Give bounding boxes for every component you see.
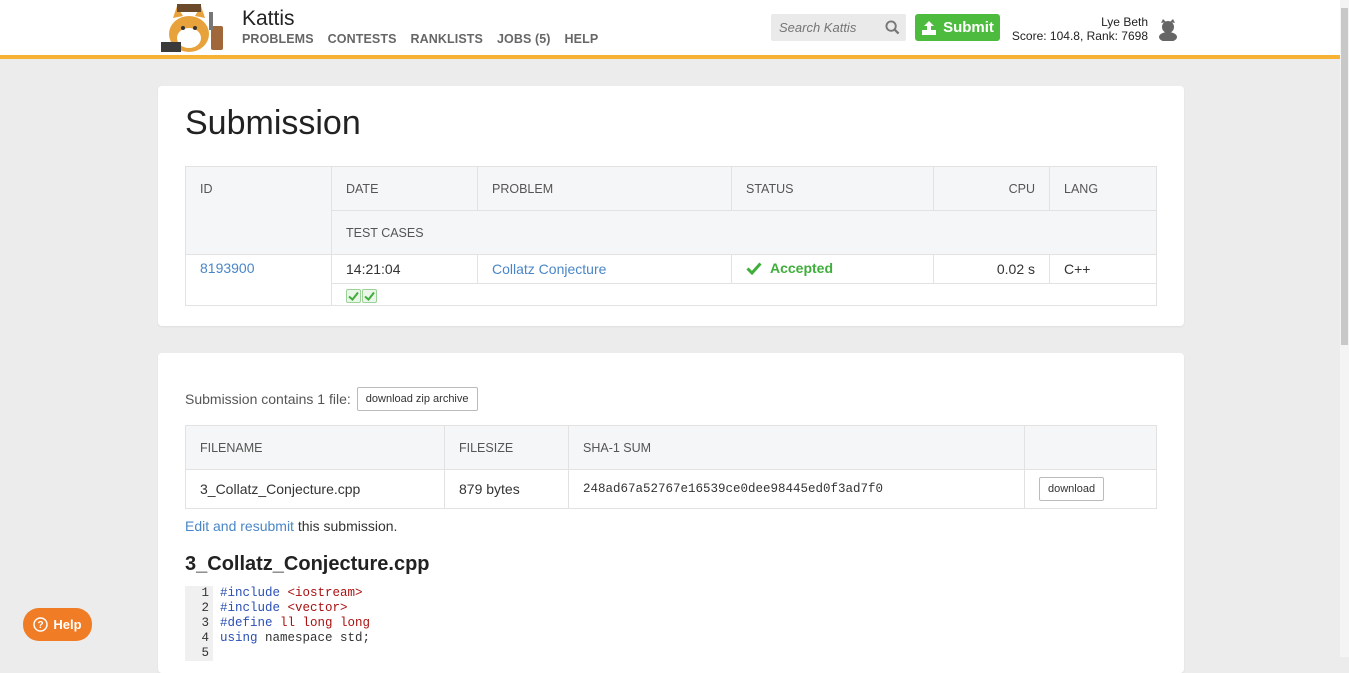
col-id: ID bbox=[185, 166, 332, 255]
user-name[interactable]: Lye Beth bbox=[1005, 15, 1148, 29]
code-string: <iostream> bbox=[280, 586, 363, 600]
cell-filesize: 879 bytes bbox=[444, 469, 569, 509]
edit-resubmit-link[interactable]: Edit and resubmit bbox=[185, 518, 294, 534]
code-text: #include <iostream> bbox=[213, 586, 363, 601]
files-panel: Submission contains 1 file: download zip… bbox=[158, 353, 1184, 673]
user-info: Lye Beth Score: 104.8, Rank: 7698 bbox=[1005, 15, 1148, 43]
svg-text:?: ? bbox=[38, 620, 44, 631]
line-number: 5 bbox=[185, 646, 213, 661]
table-row: 8193900 14:21:04 Collatz Conjecture Acce… bbox=[185, 254, 1157, 306]
submission-panel: Submission ID DATE PROBLEM STATUS CPU LA… bbox=[158, 86, 1184, 326]
code-text: #include <vector> bbox=[213, 601, 348, 616]
code-keyword: #include bbox=[220, 586, 281, 600]
help-label: Help bbox=[53, 617, 82, 632]
col-filesize: FILESIZE bbox=[444, 425, 569, 470]
files-table: FILENAME FILESIZE SHA-1 SUM 3_Collatz_Co… bbox=[185, 425, 1157, 509]
table-header-row-2: TEST CASES bbox=[186, 210, 1157, 255]
scrollbar-thumb[interactable] bbox=[1341, 8, 1348, 345]
page-title: Submission bbox=[185, 104, 361, 142]
kattis-logo[interactable] bbox=[159, 2, 231, 54]
table-header-row: FILENAME FILESIZE SHA-1 SUM bbox=[185, 425, 1157, 470]
submit-label: Submit bbox=[943, 19, 994, 36]
cell-problem: Collatz Conjecture bbox=[477, 254, 732, 284]
code-keyword: #define bbox=[220, 616, 273, 630]
code-keyword: #include bbox=[220, 601, 281, 615]
test-case-passed[interactable] bbox=[346, 288, 361, 303]
code-plain: namespace std; bbox=[257, 631, 371, 645]
cell-status: Accepted bbox=[731, 254, 934, 284]
cell-sha1: 248ad67a52767e16539ce0dee98445ed0f3ad7f0 bbox=[568, 469, 1025, 509]
table-row: 3_Collatz_Conjecture.cpp 879 bytes 248ad… bbox=[185, 469, 1157, 509]
file-title: 3_Collatz_Conjecture.cpp bbox=[185, 553, 430, 575]
help-button[interactable]: ? Help bbox=[23, 608, 92, 641]
download-file-button[interactable]: download bbox=[1039, 477, 1105, 501]
cell-download: download bbox=[1024, 469, 1157, 509]
code-text: #define ll long long bbox=[213, 616, 370, 631]
check-icon bbox=[348, 291, 359, 301]
user-stats: Score: 104.8, Rank: 7698 bbox=[1011, 29, 1148, 43]
code-line: 2 #include <vector> bbox=[185, 601, 1157, 616]
edit-suffix: this submission. bbox=[293, 518, 398, 534]
code-string: <vector> bbox=[280, 601, 348, 615]
code-line: 3 #define ll long long bbox=[185, 616, 1157, 631]
line-number: 2 bbox=[185, 601, 213, 616]
col-test-cases: TEST CASES bbox=[331, 210, 1157, 255]
status-badge: Accepted bbox=[746, 260, 833, 276]
col-cpu: CPU bbox=[933, 166, 1050, 211]
line-number: 3 bbox=[185, 616, 213, 631]
code-keyword: using bbox=[220, 631, 258, 645]
check-icon bbox=[364, 291, 375, 301]
code-string: ll long long bbox=[272, 616, 371, 630]
code-line: 4 using namespace std; bbox=[185, 631, 1157, 646]
cell-date: 14:21:04 bbox=[331, 254, 478, 284]
cell-lang: C++ bbox=[1049, 254, 1157, 284]
check-icon bbox=[746, 262, 762, 275]
user-avatar-icon[interactable] bbox=[1158, 19, 1178, 41]
test-case-passed[interactable] bbox=[362, 288, 377, 303]
page-scrollbar[interactable] bbox=[1340, 0, 1349, 657]
nav-contests[interactable]: CONTESTS bbox=[328, 32, 397, 46]
download-zip-button[interactable]: download zip archive bbox=[356, 387, 478, 411]
cell-cpu: 0.02 s bbox=[933, 254, 1050, 284]
table-header-row: ID DATE PROBLEM STATUS CPU LANG bbox=[185, 166, 1157, 255]
status-text: Accepted bbox=[770, 260, 834, 277]
col-date: DATE bbox=[331, 166, 478, 211]
submission-table: ID DATE PROBLEM STATUS CPU LANG TEST CAS… bbox=[185, 166, 1157, 306]
col-filename: FILENAME bbox=[185, 425, 445, 470]
cell-id: 8193900 bbox=[185, 254, 332, 306]
cell-test-cases bbox=[331, 283, 1157, 306]
code-line: 5 bbox=[185, 646, 1157, 661]
line-number: 1 bbox=[185, 586, 213, 601]
col-lang: LANG bbox=[1049, 166, 1157, 211]
nav-help[interactable]: HELP bbox=[565, 32, 599, 46]
brand-name[interactable]: Kattis bbox=[242, 7, 295, 31]
files-summary: Submission contains 1 file: download zip… bbox=[185, 387, 478, 411]
files-summary-text: Submission contains 1 file: bbox=[185, 391, 351, 407]
test-cases-row bbox=[186, 283, 1157, 306]
col-status: STATUS bbox=[731, 166, 934, 211]
question-icon: ? bbox=[33, 617, 49, 632]
search-input[interactable] bbox=[771, 14, 881, 41]
submission-id-link[interactable]: 8193900 bbox=[200, 260, 255, 276]
top-navbar: Kattis PROBLEMS CONTESTS RANKLISTS JOBS … bbox=[0, 0, 1340, 59]
nav-problems[interactable]: PROBLEMS bbox=[242, 32, 314, 46]
col-actions bbox=[1024, 425, 1157, 470]
problem-link[interactable]: Collatz Conjecture bbox=[492, 261, 606, 277]
upload-icon bbox=[922, 20, 937, 35]
edit-line: Edit and resubmit this submission. bbox=[185, 518, 397, 534]
nav-jobs[interactable]: JOBS (5) bbox=[497, 32, 551, 46]
line-number: 4 bbox=[185, 631, 213, 646]
submit-button[interactable]: Submit bbox=[915, 14, 1000, 41]
code-viewer: 1 #include <iostream> 2 #include <vector… bbox=[185, 586, 1157, 661]
search-icon[interactable] bbox=[885, 20, 900, 35]
col-sha1: SHA-1 SUM bbox=[568, 425, 1025, 470]
code-line: 1 #include <iostream> bbox=[185, 586, 1157, 601]
cell-filename: 3_Collatz_Conjecture.cpp bbox=[185, 469, 445, 509]
nav-ranklists[interactable]: RANKLISTS bbox=[411, 32, 483, 46]
code-text: using namespace std; bbox=[213, 631, 370, 646]
search-box bbox=[771, 14, 906, 41]
main-nav: PROBLEMS CONTESTS RANKLISTS JOBS (5) HEL… bbox=[242, 32, 598, 46]
col-problem: PROBLEM bbox=[477, 166, 732, 211]
